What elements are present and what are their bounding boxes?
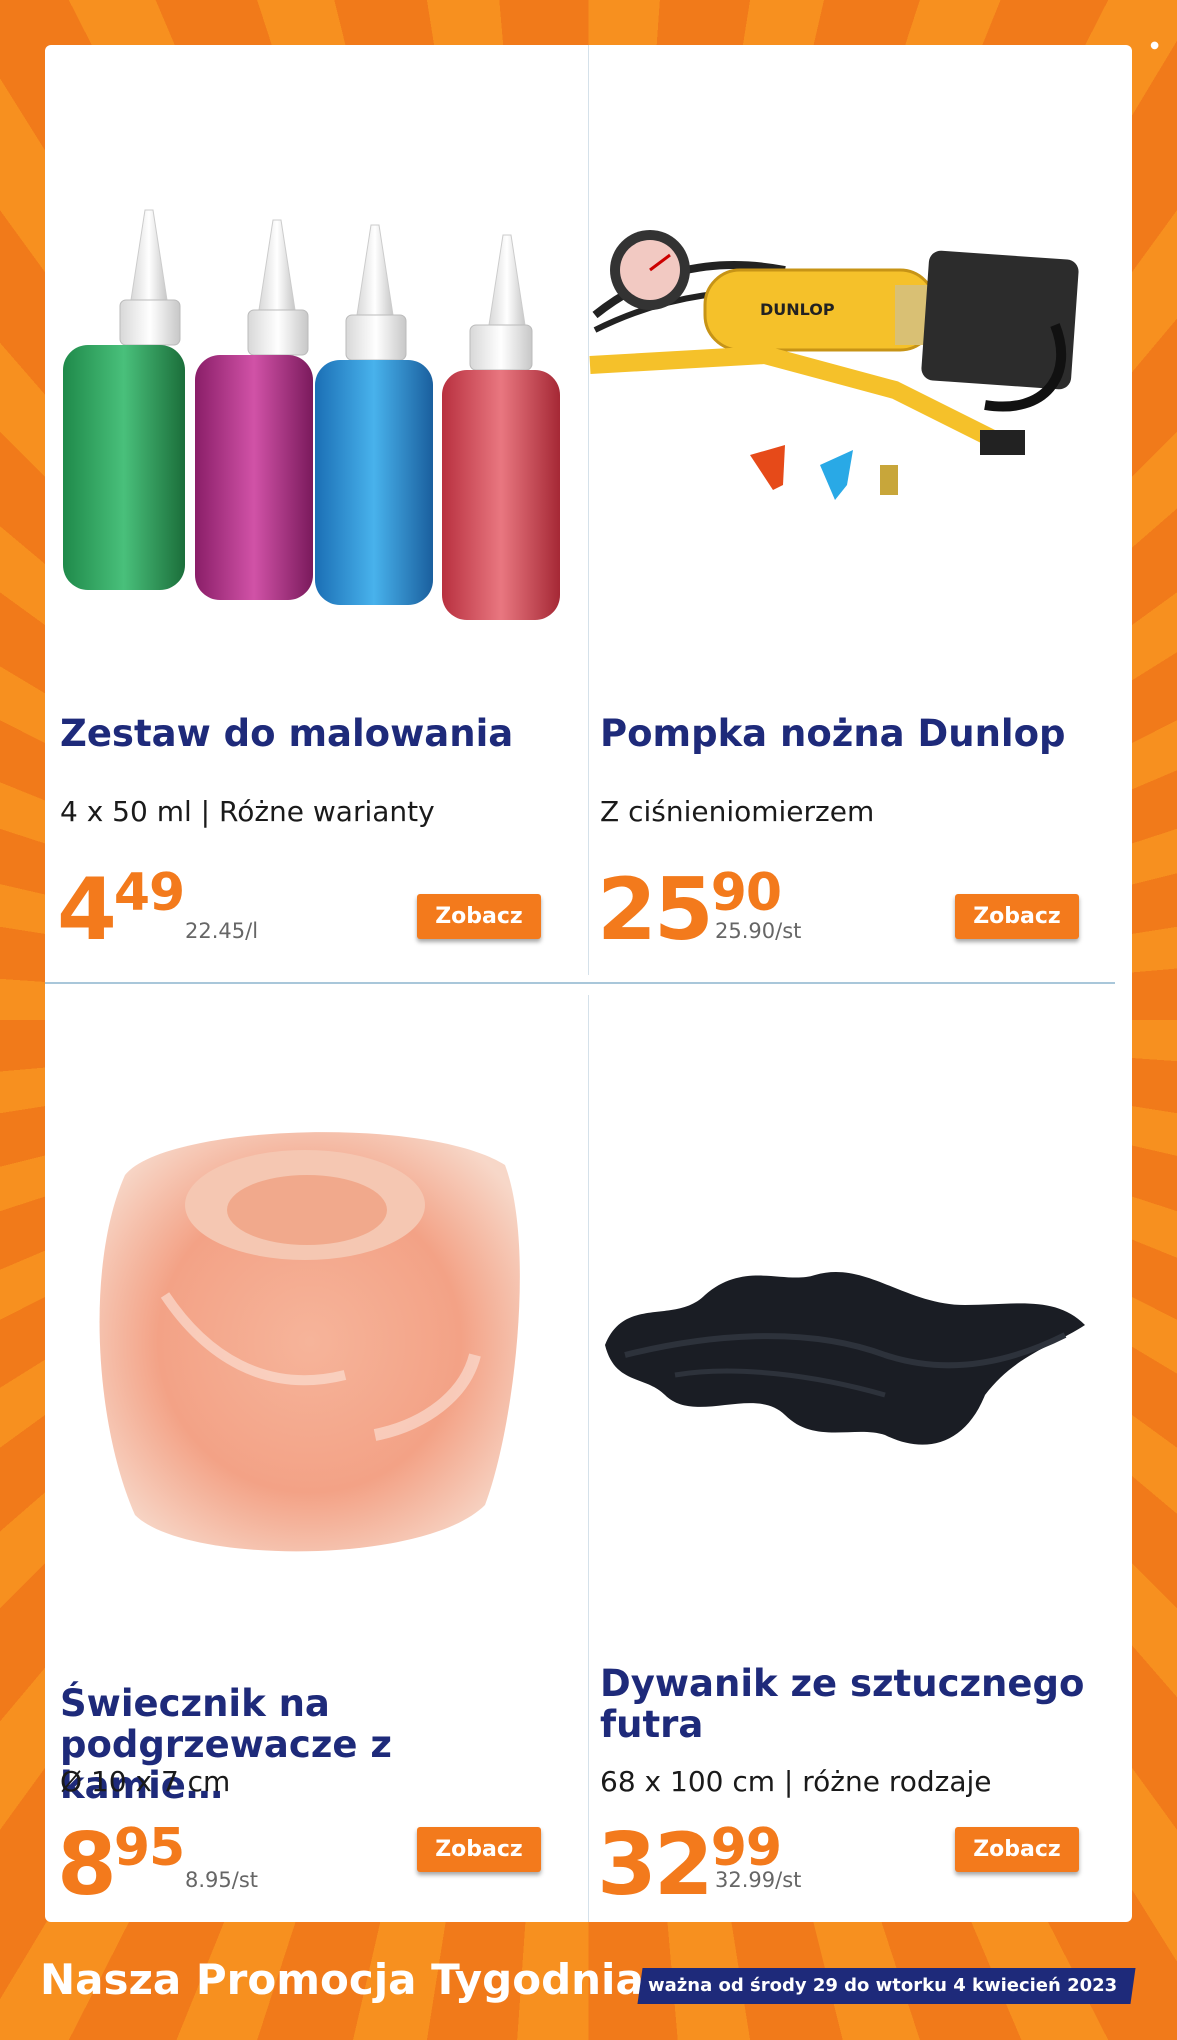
product-subtitle: Z ciśnieniomierzem (600, 795, 875, 828)
product-card-foot-pump[interactable]: DUNLOP Pompka nożna Dunlop Z ciśnieniomi… (585, 45, 1105, 975)
unit-price: 25.90/st (715, 919, 802, 943)
price-main: 25 (597, 860, 714, 960)
footer-title: Nasza Promocja Tygodnia (40, 1955, 644, 2004)
price-cents: 99 (710, 1818, 782, 1878)
price-cents: 95 (113, 1818, 185, 1878)
unit-price: 32.99/st (715, 1868, 802, 1892)
product-card-salt-candle[interactable]: Świecznik na podgrzewacze z kamie… Ø 10 … (45, 995, 565, 1922)
validity-banner: ważna od środy 29 do wtorku 4 kwiecień 2… (637, 1968, 1136, 2004)
price-cents: 90 (710, 863, 782, 923)
product-price: 449 (57, 860, 185, 960)
corner-mark: ● (1150, 40, 1159, 51)
product-panel: Zestaw do malowania 4 x 50 ml | Różne wa… (45, 45, 1132, 1922)
faux-fur-rug-image (605, 1271, 1085, 1445)
validity-text: ważna od środy 29 do wtorku 4 kwiecień 2… (648, 1975, 1118, 1996)
product-title: Dywanik ze sztucznego futra (600, 1662, 1085, 1746)
price-main: 8 (57, 1815, 117, 1915)
price-main: 32 (597, 1815, 714, 1915)
svg-text:DUNLOP: DUNLOP (760, 300, 835, 319)
zobacz-button[interactable]: Zobacz (955, 894, 1079, 939)
unit-price: 22.45/l (185, 919, 259, 943)
product-title: Zestaw do malowania (60, 712, 514, 755)
product-title: Pompka nożna Dunlop (600, 712, 1066, 755)
foot-pump-image: DUNLOP (589, 230, 1079, 500)
product-subtitle: 4 x 50 ml | Różne warianty (60, 795, 435, 828)
salt-candle-holder-image (99, 1132, 520, 1552)
zobacz-button[interactable]: Zobacz (417, 1827, 541, 1872)
price-main: 4 (57, 860, 117, 960)
paint-bottles-image (63, 209, 560, 620)
product-card-painting-set[interactable]: Zestaw do malowania 4 x 50 ml | Różne wa… (45, 45, 565, 975)
zobacz-button[interactable]: Zobacz (417, 894, 541, 939)
unit-price: 8.95/st (185, 1868, 259, 1892)
product-subtitle: Ø 10 x 7 cm (60, 1765, 231, 1798)
product-price: 3299 (597, 1815, 782, 1915)
product-price: 895 (57, 1815, 185, 1915)
zobacz-button[interactable]: Zobacz (955, 1827, 1079, 1872)
row-divider (45, 982, 1115, 984)
product-subtitle: 68 x 100 cm | różne rodzaje (600, 1765, 992, 1798)
product-card-fur-rug[interactable]: Dywanik ze sztucznego futra 68 x 100 cm … (585, 995, 1105, 1922)
price-cents: 49 (113, 863, 185, 923)
